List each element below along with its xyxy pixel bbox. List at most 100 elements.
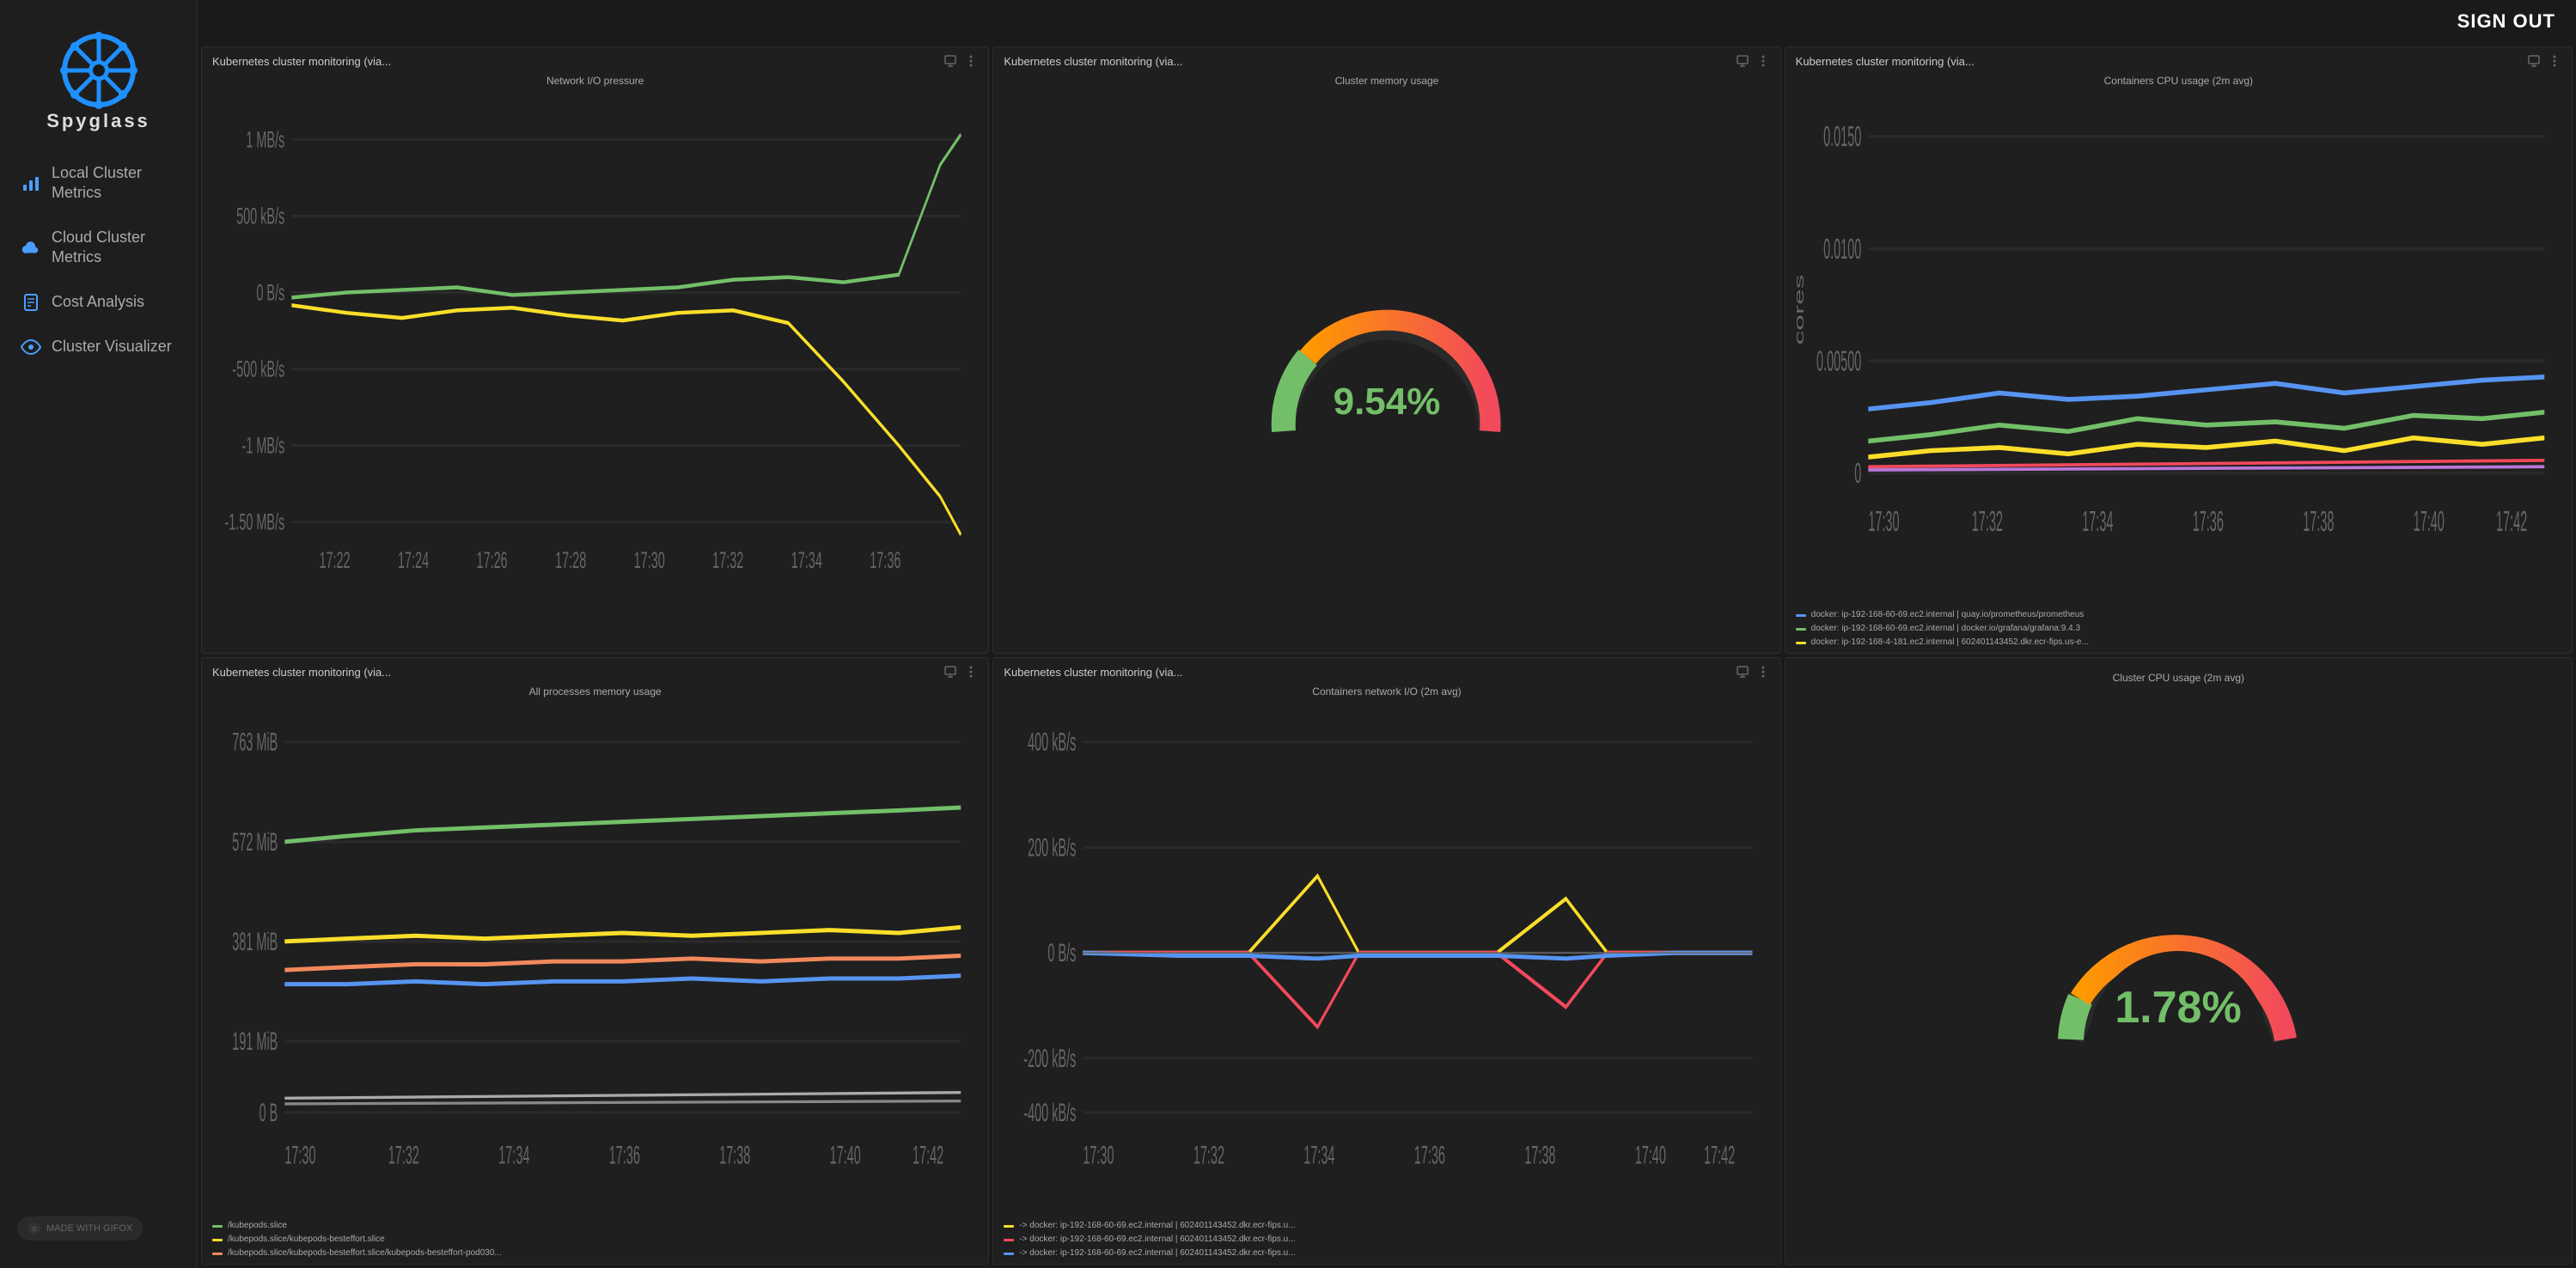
main-area: SIGN OUT Kubernetes cluster monitoring (… (198, 0, 2576, 1268)
panel-4-legend: /kubepods.slice /kubepods.slice/kubepods… (202, 1216, 988, 1264)
svg-text:17:30: 17:30 (1868, 506, 1899, 537)
sidebar-item-cloud-cluster-metrics[interactable]: Cloud Cluster Metrics (7, 217, 190, 278)
svg-text:-500 kB/s: -500 kB/s (232, 357, 284, 382)
svg-text:0 B/s: 0 B/s (256, 280, 284, 306)
panels-grid: Kubernetes cluster monitoring (via... Ne… (198, 43, 2576, 1268)
panel-2-chart-title: Cluster memory usage (993, 71, 1779, 88)
panel-2-body: Cluster memory usage (993, 71, 1779, 653)
svg-text:-200 kB/s: -200 kB/s (1024, 1044, 1077, 1072)
svg-text:191 MiB: 191 MiB (232, 1027, 278, 1055)
svg-text:0 B: 0 B (259, 1098, 278, 1126)
more-icon[interactable] (964, 54, 978, 68)
svg-text:17:30: 17:30 (1084, 1141, 1114, 1169)
panel-5-body: Containers network I/O (2m avg) 400 kB/s… (993, 682, 1779, 1264)
more-icon-5[interactable] (1756, 665, 1770, 679)
legend-item: docker: ip-192-168-60-69.ec2.internal | … (1811, 608, 2085, 622)
svg-text:17:42: 17:42 (913, 1141, 943, 1169)
nav-items: Local Cluster Metrics Cloud Cluster Metr… (0, 153, 197, 1203)
panel-3-legend: docker: ip-192-168-60-69.ec2.internal | … (1785, 605, 2572, 653)
svg-text:17:40: 17:40 (1635, 1141, 1666, 1169)
sidebar-footer: G MADE WITH GIFOX (0, 1203, 197, 1254)
svg-text:G: G (32, 1227, 36, 1233)
svg-text:763 MiB: 763 MiB (232, 728, 278, 756)
sign-out-button[interactable]: SIGN OUT (2457, 10, 2555, 33)
panel-1-title: Kubernetes cluster monitoring (via... (212, 55, 391, 68)
panel-4-chart: 763 MiB 572 MiB 381 MiB 191 MiB 0 B 17:3… (202, 699, 988, 1216)
panel-4-title: Kubernetes cluster monitoring (via... (212, 666, 391, 679)
svg-text:-1.50 MB/s: -1.50 MB/s (224, 509, 284, 535)
svg-text:0: 0 (1854, 458, 1861, 489)
panel-header-3: Kubernetes cluster monitoring (via... (1785, 47, 2572, 71)
panel-4-chart-title: All processes memory usage (202, 682, 988, 699)
svg-text:17:26: 17:26 (477, 547, 508, 573)
legend-item-5-1: -> docker: ip-192-168-60-69.ec2.internal… (1019, 1233, 1295, 1247)
panel-cpu-usage: Kubernetes cluster monitoring (via... Co… (1785, 46, 2573, 654)
more-icon-2[interactable] (1756, 54, 1770, 68)
sidebar-item-local-cluster-metrics[interactable]: Local Cluster Metrics (7, 153, 190, 214)
svg-text:17:30: 17:30 (284, 1141, 315, 1169)
sidebar-item-local-label: Local Cluster Metrics (52, 163, 176, 204)
panel-6-chart-title: Cluster CPU usage (2m avg) (1785, 668, 2572, 686)
legend-item-5-0: -> docker: ip-192-168-60-69.ec2.internal… (1019, 1219, 1295, 1233)
panel-net-io: Kubernetes cluster monitoring (via... Co… (992, 657, 1780, 1265)
svg-text:17:38: 17:38 (2303, 506, 2334, 537)
sidebar-item-visualizer-label: Cluster Visualizer (52, 337, 172, 357)
panel-4-body: All processes memory usage 763 MiB 572 M… (202, 682, 988, 1264)
monitor-icon (943, 54, 957, 68)
svg-text:17:34: 17:34 (1304, 1141, 1335, 1169)
svg-text:17:38: 17:38 (1525, 1141, 1556, 1169)
cloud-icon (21, 237, 41, 258)
svg-text:17:24: 17:24 (398, 547, 429, 573)
sidebar-item-cost-analysis[interactable]: Cost Analysis (7, 282, 190, 323)
svg-text:17:22: 17:22 (319, 547, 350, 573)
panel-cpu-gauge: Cluster CPU usage (2m avg) (1785, 657, 2573, 1265)
sidebar-item-cost-label: Cost Analysis (52, 292, 144, 312)
panel-mem-usage: Kubernetes cluster monitoring (via... Al… (201, 657, 989, 1265)
panel-header-6 (1785, 658, 2572, 668)
sidebar-item-cloud-label: Cloud Cluster Metrics (52, 228, 176, 268)
panel-5-chart-title: Containers network I/O (2m avg) (993, 682, 1779, 699)
svg-text:17:32: 17:32 (712, 547, 743, 573)
more-icon-4[interactable] (964, 665, 978, 679)
svg-text:572 MiB: 572 MiB (232, 827, 278, 856)
svg-text:17:36: 17:36 (2192, 506, 2223, 537)
panel-memory-gauge: Kubernetes cluster monitoring (via... Cl… (992, 46, 1780, 654)
bar-chart-icon (21, 173, 41, 193)
more-icon-3[interactable] (2548, 54, 2561, 68)
panel-1-chart-title: Network I/O pressure (202, 71, 988, 88)
legend-item: docker: ip-192-168-4-181.ec2.internal | … (1811, 636, 2089, 649)
svg-text:17:34: 17:34 (498, 1141, 529, 1169)
svg-text:17:30: 17:30 (634, 547, 665, 573)
panel-3-body: Containers CPU usage (2m avg) cores 0.01… (1785, 71, 2572, 653)
svg-text:400 kB/s: 400 kB/s (1028, 728, 1076, 756)
monitor-icon-5 (1736, 665, 1749, 679)
svg-text:17:32: 17:32 (1971, 506, 2002, 537)
sidebar: Spyglass Local Cluster Metrics Cloud Clu… (0, 0, 198, 1268)
svg-text:cores: cores (1792, 274, 1806, 344)
gifox-icon: G (27, 1222, 41, 1235)
panel-3-chart: cores 0.0150 0.0100 0.00500 0 17:30 1 (1785, 88, 2572, 605)
sidebar-item-cluster-visualizer[interactable]: Cluster Visualizer (7, 326, 190, 368)
monitor-icon-2 (1736, 54, 1749, 68)
panel-header-1: Kubernetes cluster monitoring (via... (202, 47, 988, 71)
svg-text:17:36: 17:36 (609, 1141, 640, 1169)
panel-2-gauge: 9.54% (993, 88, 1779, 653)
footer-label: MADE WITH GIFOX (46, 1223, 132, 1234)
svg-text:381 MiB: 381 MiB (232, 927, 278, 955)
panel-network-io: Kubernetes cluster monitoring (via... Ne… (201, 46, 989, 654)
svg-text:17:28: 17:28 (555, 547, 586, 573)
svg-text:-1 MB/s: -1 MB/s (242, 433, 285, 459)
svg-text:200 kB/s: 200 kB/s (1028, 833, 1076, 862)
svg-text:0.00500: 0.00500 (1816, 346, 1861, 377)
gifox-badge: G MADE WITH GIFOX (17, 1216, 143, 1241)
panel-2-title: Kubernetes cluster monitoring (via... (1004, 55, 1182, 68)
legend-item-4-0: /kubepods.slice (228, 1219, 287, 1233)
panel-5-legend: -> docker: ip-192-168-60-69.ec2.internal… (993, 1216, 1779, 1264)
eye-icon (21, 337, 41, 357)
svg-text:17:32: 17:32 (1193, 1141, 1224, 1169)
panel-1-body: Network I/O pressure 1 MB/s 500 kB/s 0 B (202, 71, 988, 653)
topbar: SIGN OUT (198, 0, 2576, 43)
monitor-icon-3 (2527, 54, 2541, 68)
svg-text:500 kB/s: 500 kB/s (236, 204, 284, 229)
svg-text:17:38: 17:38 (719, 1141, 750, 1169)
